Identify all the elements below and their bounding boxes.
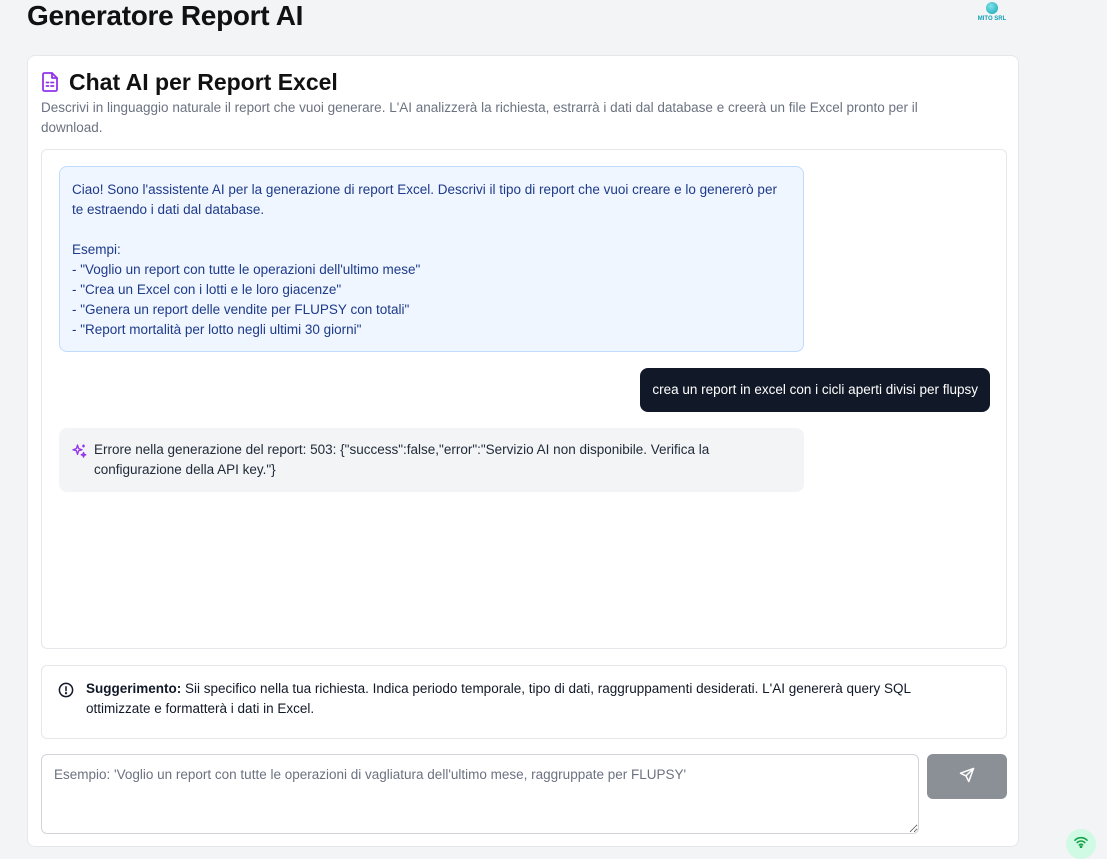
user-message: crea un report in excel con i cicli aper… (640, 368, 990, 412)
card-header: Chat AI per Report Excel Descrivi in lin… (41, 68, 1001, 138)
sparkles-icon (71, 443, 87, 459)
logo-drop-icon (986, 2, 998, 14)
page-title: Generatore Report AI (27, 0, 304, 31)
company-logo: MITO SRL (976, 2, 1008, 26)
card-title: Chat AI per Report Excel (69, 69, 338, 95)
error-message: Errore nella generazione del report: 503… (59, 428, 804, 492)
chat-messages-area[interactable]: Ciao! Sono l'assistente AI per la genera… (41, 149, 1007, 649)
send-button[interactable] (927, 754, 1007, 799)
suggestion-text: Sii specifico nella tua richiesta. Indic… (86, 681, 911, 716)
suggestion-label: Suggerimento: (86, 681, 182, 696)
report-request-input[interactable] (41, 754, 919, 834)
card-description: Descrivi in linguaggio naturale il repor… (41, 100, 918, 135)
assistant-message: Ciao! Sono l'assistente AI per la genera… (59, 166, 804, 352)
alert-circle-icon (58, 682, 74, 698)
connection-status[interactable] (1066, 829, 1096, 859)
file-spreadsheet-icon (41, 72, 59, 92)
send-icon (959, 767, 975, 786)
error-message-text: Errore nella generazione del report: 503… (94, 442, 710, 477)
wifi-icon (1074, 835, 1088, 853)
card-title-row: Chat AI per Report Excel (41, 68, 1001, 96)
suggestion-box: Suggerimento: Sii specifico nella tua ri… (41, 665, 1007, 739)
report-chat-card: Chat AI per Report Excel Descrivi in lin… (27, 55, 1019, 847)
logo-text: MITO SRL (977, 16, 1007, 22)
